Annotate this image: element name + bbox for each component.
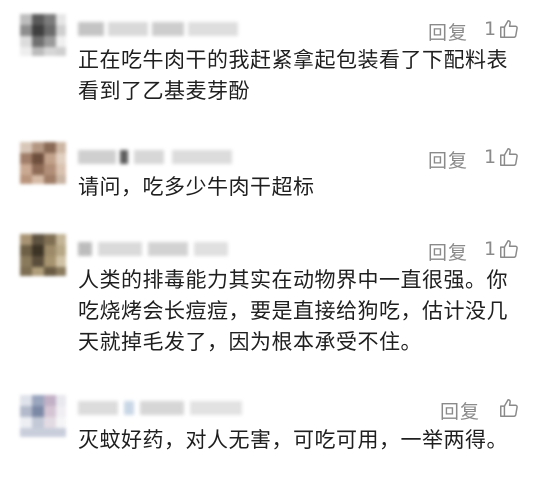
- avatar[interactable]: [20, 14, 66, 56]
- comment-item: 回复 1 请问，吃多少牛肉干超标: [0, 120, 545, 220]
- username-blurred[interactable]: [78, 20, 248, 38]
- avatar[interactable]: [20, 234, 66, 276]
- comment-item: 回复 灭蚊好药，对人无害，可吃可用，一举两得。: [0, 385, 545, 483]
- thumbs-up-icon[interactable]: [498, 397, 520, 419]
- like-count: 1: [484, 238, 497, 260]
- username-blurred[interactable]: [78, 399, 248, 417]
- comment-item: 回复 1 正在吃牛肉干的我赶紧拿起包装看了下配料表 看到了乙基麦芽酚: [0, 0, 545, 120]
- username-blurred[interactable]: [78, 148, 248, 166]
- comment-text: 正在吃牛肉干的我赶紧拿起包装看了下配料表 看到了乙基麦芽酚: [78, 48, 508, 103]
- like-count: 1: [484, 146, 497, 168]
- avatar[interactable]: [20, 142, 66, 184]
- username-blurred[interactable]: [78, 240, 248, 258]
- comment-text: 请问，吃多少牛肉干超标: [78, 175, 315, 199]
- thumbs-up-icon[interactable]: [498, 238, 520, 260]
- reply-button[interactable]: 回复: [428, 146, 468, 173]
- avatar[interactable]: [20, 395, 66, 437]
- reply-button[interactable]: 回复: [428, 18, 468, 45]
- reply-button[interactable]: 回复: [440, 397, 480, 424]
- thumbs-up-icon[interactable]: [498, 146, 520, 168]
- like-count: 1: [484, 18, 497, 40]
- comment-text: 人类的排毒能力其实在动物界中一直很强。你吃烧烤会长痘痘，要是直接给狗吃，估计没几…: [78, 268, 508, 354]
- reply-button[interactable]: 回复: [428, 238, 468, 265]
- thumbs-up-icon[interactable]: [498, 18, 520, 40]
- comment-item: 回复 1 人类的排毒能力其实在动物界中一直很强。你吃烧烤会长痘痘，要是直接给狗吃…: [0, 220, 545, 385]
- comment-text: 灭蚊好药，对人无害，可吃可用，一举两得。: [78, 428, 508, 452]
